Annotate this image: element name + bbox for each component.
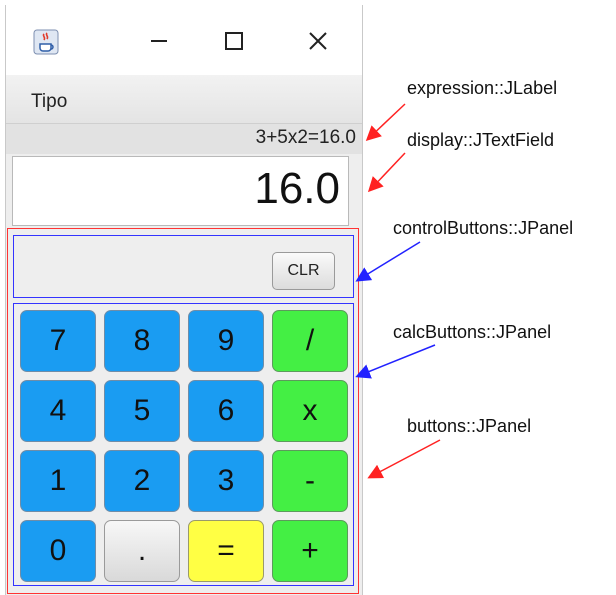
arrow-display [367, 152, 406, 193]
arrow-expression [365, 103, 406, 142]
arrow-control-buttons [355, 241, 421, 282]
arrow-buttons [367, 439, 441, 479]
arrow-calc-buttons [355, 344, 436, 379]
annotation-arrows [355, 103, 441, 479]
